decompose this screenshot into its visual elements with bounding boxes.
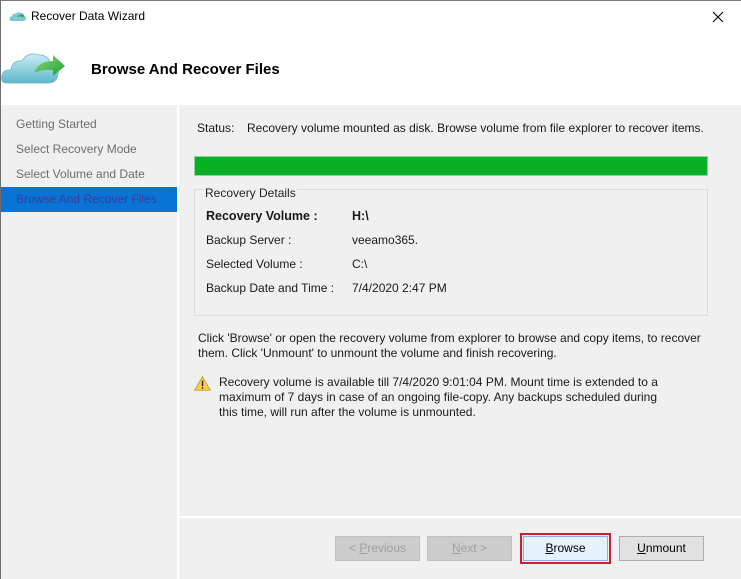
unmount-rest: nmount <box>645 541 686 555</box>
instructions-text: Click 'Browse' or open the recovery volu… <box>198 331 701 360</box>
page-title: Browse And Recover Files <box>91 61 280 78</box>
progress-fill <box>195 157 707 175</box>
browse-button[interactable]: Browse <box>520 533 611 564</box>
cloud-recover-icon <box>1 53 65 84</box>
previous-rest: revious <box>367 541 407 555</box>
next-button[interactable]: Next > <box>427 536 512 561</box>
wizard-header: Browse And Recover Files <box>1 31 741 105</box>
wizard-steps-sidebar: Getting Started Select Recovery Mode Sel… <box>1 105 179 579</box>
previous-prefix: < <box>348 541 360 555</box>
detail-value: veeamo365. <box>352 233 419 247</box>
detail-value: C:\ <box>352 257 368 271</box>
previous-button[interactable]: < Previous <box>335 536 420 561</box>
next-accel: N <box>451 541 461 555</box>
unmount-accel: U <box>637 541 646 555</box>
browse-rest: rowse <box>553 541 586 555</box>
recovery-details-group: Recovery Details Recovery Volume : H:\ B… <box>194 186 708 316</box>
status-label: Status: <box>197 121 235 135</box>
footer-divider <box>179 516 741 518</box>
wizard-content: Status: Recovery volume mounted as disk.… <box>179 105 741 516</box>
recover-data-wizard-window: Recover Data Wizard Browse And Recover F… <box>0 0 741 579</box>
recovery-details-legend: Recovery Details <box>204 186 297 200</box>
detail-key: Recovery Volume : <box>206 209 318 223</box>
status-text: Recovery volume mounted as disk. Browse … <box>247 121 704 135</box>
progress-bar <box>194 156 708 176</box>
browse-accel: B <box>545 541 554 555</box>
detail-key: Selected Volume : <box>206 257 303 271</box>
warning-text: Recovery volume is available till 7/4/20… <box>219 375 658 419</box>
step-browse-and-recover-files: Browse And Recover Files <box>1 187 177 212</box>
title-bar: Recover Data Wizard <box>1 0 741 32</box>
detail-value: H:\ <box>352 209 369 223</box>
step-select-volume-and-date: Select Volume and Date <box>16 167 145 181</box>
unmount-button[interactable]: Unmount <box>619 536 704 561</box>
detail-key: Backup Server : <box>206 233 292 247</box>
next-rest: ext > <box>460 541 488 555</box>
step-select-recovery-mode: Select Recovery Mode <box>16 142 137 156</box>
detail-key: Backup Date and Time : <box>206 281 335 295</box>
step-getting-started: Getting Started <box>16 117 97 131</box>
cloud-icon <box>9 12 27 21</box>
window-title: Recover Data Wizard <box>31 9 146 23</box>
detail-value: 7/4/2020 2:47 PM <box>352 281 447 295</box>
close-button[interactable] <box>695 1 741 32</box>
close-icon <box>712 11 724 22</box>
warning-icon <box>194 376 211 391</box>
